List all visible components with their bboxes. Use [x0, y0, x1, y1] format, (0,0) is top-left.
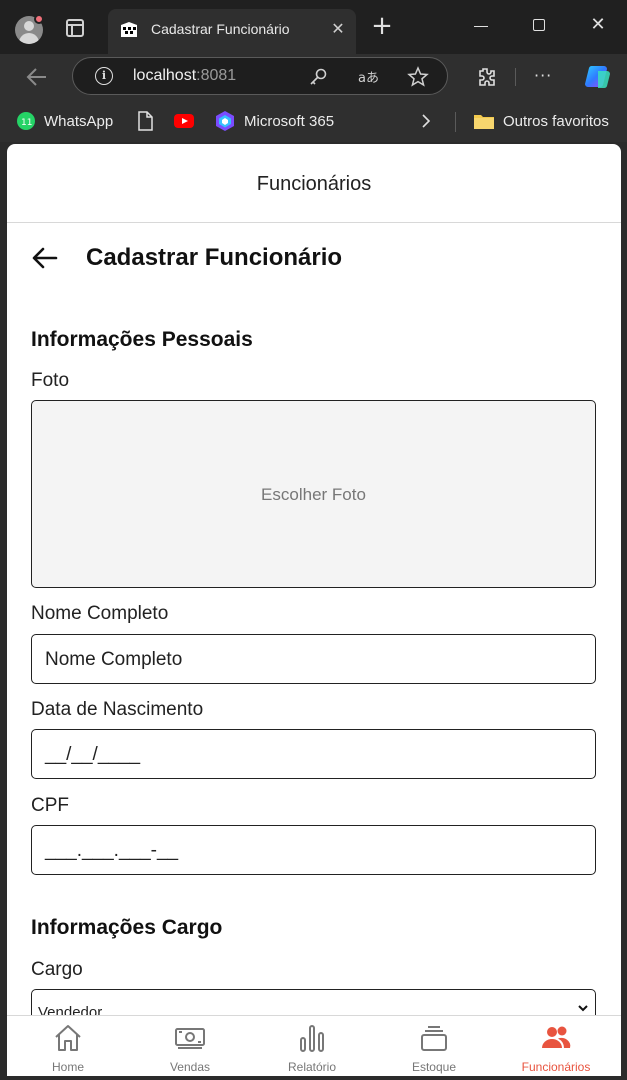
maximize-icon[interactable] [533, 19, 545, 31]
nav-label: Funcionários [521, 1060, 591, 1074]
youtube-icon [174, 114, 194, 128]
nav-item-estoque[interactable]: Estoque [373, 1016, 495, 1076]
whatsapp-icon: 11 [17, 112, 35, 130]
svg-text:aあ: aあ [358, 71, 379, 86]
browser-back-icon[interactable] [24, 64, 50, 90]
key-icon[interactable] [307, 66, 329, 88]
money-icon [175, 1028, 205, 1049]
stack-icon [421, 1026, 447, 1051]
choose-photo-label: Escolher Foto [261, 485, 366, 504]
nav-label: Home [51, 1060, 84, 1074]
header-title: Funcionários [256, 173, 372, 195]
favorite-star-icon[interactable] [407, 66, 429, 88]
nav-item-vendas[interactable]: Vendas [129, 1016, 251, 1076]
browser-window: Cadastrar Funcionário ✕ + ✕ i localhost:… [0, 0, 627, 1080]
nav-item-relatorio[interactable]: Relatório [251, 1016, 373, 1076]
home-icon [55, 1025, 81, 1051]
tab-bar: Cadastrar Funcionário ✕ + ✕ [0, 0, 627, 54]
job-info-heading: Informações Cargo [31, 916, 223, 939]
app-viewport: Funcionários Cadastrar Funcionário Infor… [7, 144, 621, 1076]
birth-date-input[interactable]: __/__/____ [31, 729, 596, 779]
url-host: localhost [133, 67, 197, 84]
new-tab-button[interactable]: + [370, 13, 394, 39]
nav-label: Estoque [411, 1060, 457, 1074]
nav-item-funcionarios[interactable]: Funcionários [495, 1016, 617, 1076]
address-bar[interactable]: i localhost:8081 aあ [72, 57, 448, 95]
birth-date-label: Data de Nascimento [31, 699, 204, 720]
cpf-label: CPF [31, 795, 69, 816]
url-text[interactable]: localhost:8081 [133, 67, 236, 85]
job-label: Cargo [31, 959, 83, 980]
active-tab[interactable]: Cadastrar Funcionário ✕ [108, 9, 356, 54]
more-options-icon[interactable]: ··· [534, 64, 556, 88]
bookmark-other-favorites[interactable]: Outros favoritos [473, 110, 609, 132]
app-header: Funcionários [7, 144, 621, 223]
folder-icon [474, 115, 494, 129]
window-close-icon[interactable]: ✕ [588, 14, 608, 36]
bookmarks-divider [455, 112, 456, 132]
tab-title: Cadastrar Funcionário [151, 21, 290, 37]
site-info-icon[interactable]: i [95, 67, 113, 85]
nav-label: Relatório [287, 1060, 337, 1074]
cpf-input[interactable]: ___.___.___-__ [31, 825, 596, 875]
personal-info-heading: Informações Pessoais [31, 328, 253, 351]
extensions-icon[interactable] [474, 65, 498, 89]
site-favicon-icon [121, 22, 137, 37]
url-port: :8081 [196, 67, 237, 84]
photo-label: Foto [31, 370, 70, 391]
svg-text:11: 11 [21, 118, 32, 128]
copilot-icon[interactable] [584, 62, 614, 92]
bookmark-whatsapp[interactable]: 11 WhatsApp [16, 110, 113, 132]
chevron-right-icon[interactable] [419, 113, 433, 129]
browser-toolbar: i localhost:8081 aあ ··· [0, 54, 627, 100]
tab-close-icon[interactable]: ✕ [328, 19, 348, 39]
toolbar-divider [515, 68, 516, 86]
document-icon [138, 111, 153, 131]
nav-label: Vendas [169, 1060, 211, 1074]
tab-actions-icon[interactable] [66, 19, 84, 37]
bookmark-label: Outros favoritos [503, 112, 609, 130]
full-name-placeholder: Nome Completo [45, 649, 183, 670]
nav-item-home[interactable]: Home [7, 1016, 129, 1076]
bookmarks-bar: 11 WhatsApp Microsoft 365 Outros favorit… [0, 100, 627, 142]
full-name-input[interactable]: Nome Completo [31, 634, 596, 684]
bar-chart-icon [300, 1025, 324, 1052]
bookmark-label: Microsoft 365 [244, 112, 335, 130]
back-arrow-icon[interactable] [31, 244, 59, 272]
profile-notification-dot [34, 14, 44, 24]
bookmark-microsoft-365[interactable]: Microsoft 365 [214, 110, 334, 132]
full-name-label: Nome Completo [31, 603, 169, 624]
users-icon [542, 1026, 571, 1048]
bottom-navigation: Home Vendas Relatório Estoque Funcionári… [7, 1015, 621, 1076]
bookmark-youtube[interactable] [173, 110, 195, 132]
birth-date-mask: __/__/____ [45, 744, 141, 765]
cpf-mask: ___.___.___-__ [45, 840, 179, 861]
bookmark-document[interactable] [136, 110, 154, 132]
bookmark-label: WhatsApp [44, 112, 114, 130]
minimize-icon[interactable] [474, 26, 488, 27]
chevron-down-icon [578, 1005, 588, 1012]
choose-photo-button[interactable]: Escolher Foto [31, 400, 596, 588]
translate-icon[interactable]: aあ [357, 66, 379, 88]
page-title: Cadastrar Funcionário [86, 244, 343, 271]
microsoft-365-icon [216, 111, 234, 131]
